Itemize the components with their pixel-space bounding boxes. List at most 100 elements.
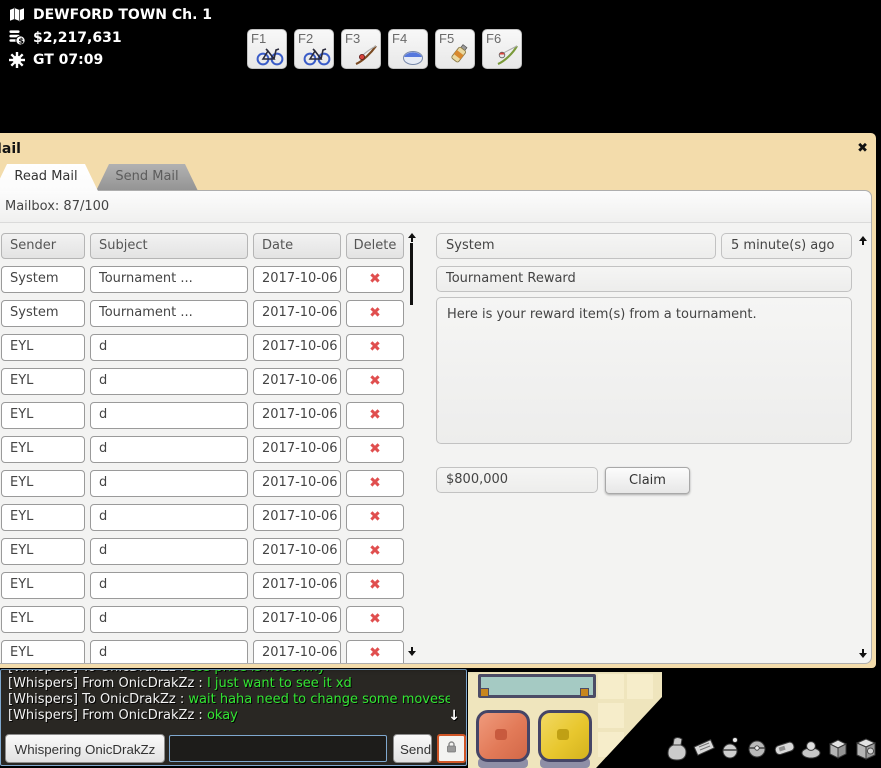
cell-sender[interactable]: System — [1, 266, 85, 293]
cell-sender[interactable]: EYL — [1, 504, 85, 531]
hotbar-f3-button[interactable]: F3 — [341, 29, 381, 69]
chat-input[interactable] — [169, 735, 387, 762]
detail-scroll-down-icon[interactable] — [857, 649, 869, 659]
cell-subject[interactable]: Tournament ... — [90, 266, 248, 293]
delete-mail-button[interactable]: ✖ — [346, 538, 404, 565]
cell-subject[interactable]: d — [90, 504, 248, 531]
delete-mail-button[interactable]: ✖ — [346, 300, 404, 327]
table-scrollbar-thumb[interactable] — [410, 243, 413, 305]
cell-sender[interactable]: EYL — [1, 334, 85, 361]
pokeball-sparkle-icon[interactable] — [723, 738, 737, 758]
delete-mail-button[interactable]: ✖ — [346, 470, 404, 497]
header-subject[interactable]: Subject — [90, 233, 248, 259]
chat-log[interactable]: [Whispers] To OnicDrakZz : cos price is … — [8, 670, 450, 731]
cell-sender[interactable]: EYL — [1, 606, 85, 633]
delete-x-icon[interactable]: ✖ — [369, 441, 381, 457]
cell-date[interactable]: 2017-10-06 — [253, 470, 341, 497]
cell-subject[interactable]: d — [90, 436, 248, 463]
table-row[interactable]: EYL d 2017-10-06 ✖ — [1, 470, 404, 497]
delete-mail-button[interactable]: ✖ — [346, 606, 404, 633]
delete-mail-button[interactable]: ✖ — [346, 640, 404, 663]
delete-x-icon[interactable]: ✖ — [369, 543, 381, 559]
pokeball-icon[interactable] — [749, 741, 765, 757]
table-row[interactable]: EYL d 2017-10-06 ✖ — [1, 572, 404, 599]
cell-sender[interactable]: EYL — [1, 572, 85, 599]
chat-channel-button[interactable]: Whispering OnicDrakZz — [5, 734, 165, 763]
table-row[interactable]: EYL d 2017-10-06 ✖ — [1, 640, 404, 663]
delete-mail-button[interactable]: ✖ — [346, 402, 404, 429]
table-scroll-down-icon[interactable] — [406, 647, 418, 657]
cell-date[interactable]: 2017-10-06 — [253, 334, 341, 361]
cell-date[interactable]: 2017-10-06 — [253, 300, 341, 327]
cell-subject[interactable]: d — [90, 538, 248, 565]
table-row[interactable]: EYL d 2017-10-06 ✖ — [1, 436, 404, 463]
cell-sender[interactable]: System — [1, 300, 85, 327]
tab-read-mail[interactable]: Read Mail — [0, 164, 98, 191]
chat-scroll-down-icon[interactable]: ↓ — [448, 708, 460, 724]
delete-x-icon[interactable]: ✖ — [369, 611, 381, 627]
cell-date[interactable]: 2017-10-06 — [253, 436, 341, 463]
table-row[interactable]: EYL d 2017-10-06 ✖ — [1, 538, 404, 565]
cell-date[interactable]: 2017-10-06 — [253, 504, 341, 531]
hotbar-f6-button[interactable]: F6 — [482, 29, 522, 69]
hotbar-f2-button[interactable]: F2 — [294, 29, 334, 69]
table-scroll-up-icon[interactable] — [406, 233, 418, 243]
cell-subject[interactable]: d — [90, 640, 248, 663]
table-row[interactable]: EYL d 2017-10-06 ✖ — [1, 368, 404, 395]
cell-sender[interactable]: EYL — [1, 368, 85, 395]
header-sender[interactable]: Sender — [1, 233, 85, 259]
delete-x-icon[interactable]: ✖ — [369, 509, 381, 525]
cell-subject[interactable]: d — [90, 606, 248, 633]
cell-subject[interactable]: d — [90, 368, 248, 395]
table-row[interactable]: EYL d 2017-10-06 ✖ — [1, 606, 404, 633]
cell-date[interactable]: 2017-10-06 — [253, 368, 341, 395]
table-row[interactable]: System Tournament ... 2017-10-06 ✖ — [1, 266, 404, 293]
cell-subject[interactable]: Tournament ... — [90, 300, 248, 327]
delete-mail-button[interactable]: ✖ — [346, 572, 404, 599]
detail-scroll-up-icon[interactable] — [857, 236, 869, 246]
cell-sender[interactable]: EYL — [1, 640, 85, 663]
delete-x-icon[interactable]: ✖ — [369, 305, 381, 321]
delete-mail-button[interactable]: ✖ — [346, 266, 404, 293]
cell-date[interactable]: 2017-10-06 — [253, 572, 341, 599]
device-icon[interactable] — [802, 742, 820, 758]
cell-subject[interactable]: d — [90, 334, 248, 361]
cell-subject[interactable]: d — [90, 470, 248, 497]
hotbar-f5-button[interactable]: F5 — [435, 29, 475, 69]
cell-sender[interactable]: EYL — [1, 538, 85, 565]
cell-date[interactable]: 2017-10-06 — [253, 538, 341, 565]
cell-date[interactable]: 2017-10-06 — [253, 402, 341, 429]
delete-x-icon[interactable]: ✖ — [369, 339, 381, 355]
delete-mail-button[interactable]: ✖ — [346, 368, 404, 395]
chat-lock-button[interactable] — [437, 734, 466, 763]
delete-x-icon[interactable]: ✖ — [369, 407, 381, 423]
header-date[interactable]: Date — [253, 233, 341, 259]
cell-sender[interactable]: EYL — [1, 402, 85, 429]
delete-x-icon[interactable]: ✖ — [369, 373, 381, 389]
cell-sender[interactable]: EYL — [1, 436, 85, 463]
table-row[interactable]: System Tournament ... 2017-10-06 ✖ — [1, 300, 404, 327]
table-row[interactable]: EYL d 2017-10-06 ✖ — [1, 402, 404, 429]
cell-date[interactable]: 2017-10-06 — [253, 266, 341, 293]
table-row[interactable]: EYL d 2017-10-06 ✖ — [1, 504, 404, 531]
phone-icon[interactable] — [774, 741, 795, 755]
delete-mail-button[interactable]: ✖ — [346, 504, 404, 531]
close-icon[interactable]: ✖ — [857, 141, 868, 156]
cell-date[interactable]: 2017-10-06 — [253, 606, 341, 633]
tab-send-mail[interactable]: Send Mail — [96, 164, 198, 191]
claim-button[interactable]: Claim — [605, 467, 690, 494]
header-delete[interactable]: Delete — [346, 233, 404, 259]
bag-icon[interactable] — [668, 738, 686, 761]
cell-subject[interactable]: d — [90, 572, 248, 599]
send-button[interactable]: Send — [393, 734, 432, 763]
delete-x-icon[interactable]: ✖ — [369, 645, 381, 661]
delete-mail-button[interactable]: ✖ — [346, 334, 404, 361]
ticket-icon[interactable] — [694, 740, 714, 756]
delete-mail-button[interactable]: ✖ — [346, 436, 404, 463]
delete-x-icon[interactable]: ✖ — [369, 475, 381, 491]
hotbar-f1-button[interactable]: F1 — [247, 29, 287, 69]
cell-date[interactable]: 2017-10-06 — [253, 640, 341, 663]
cell-subject[interactable]: d — [90, 402, 248, 429]
cube-item-icon[interactable] — [830, 740, 846, 758]
camera-box-icon[interactable] — [857, 739, 875, 759]
